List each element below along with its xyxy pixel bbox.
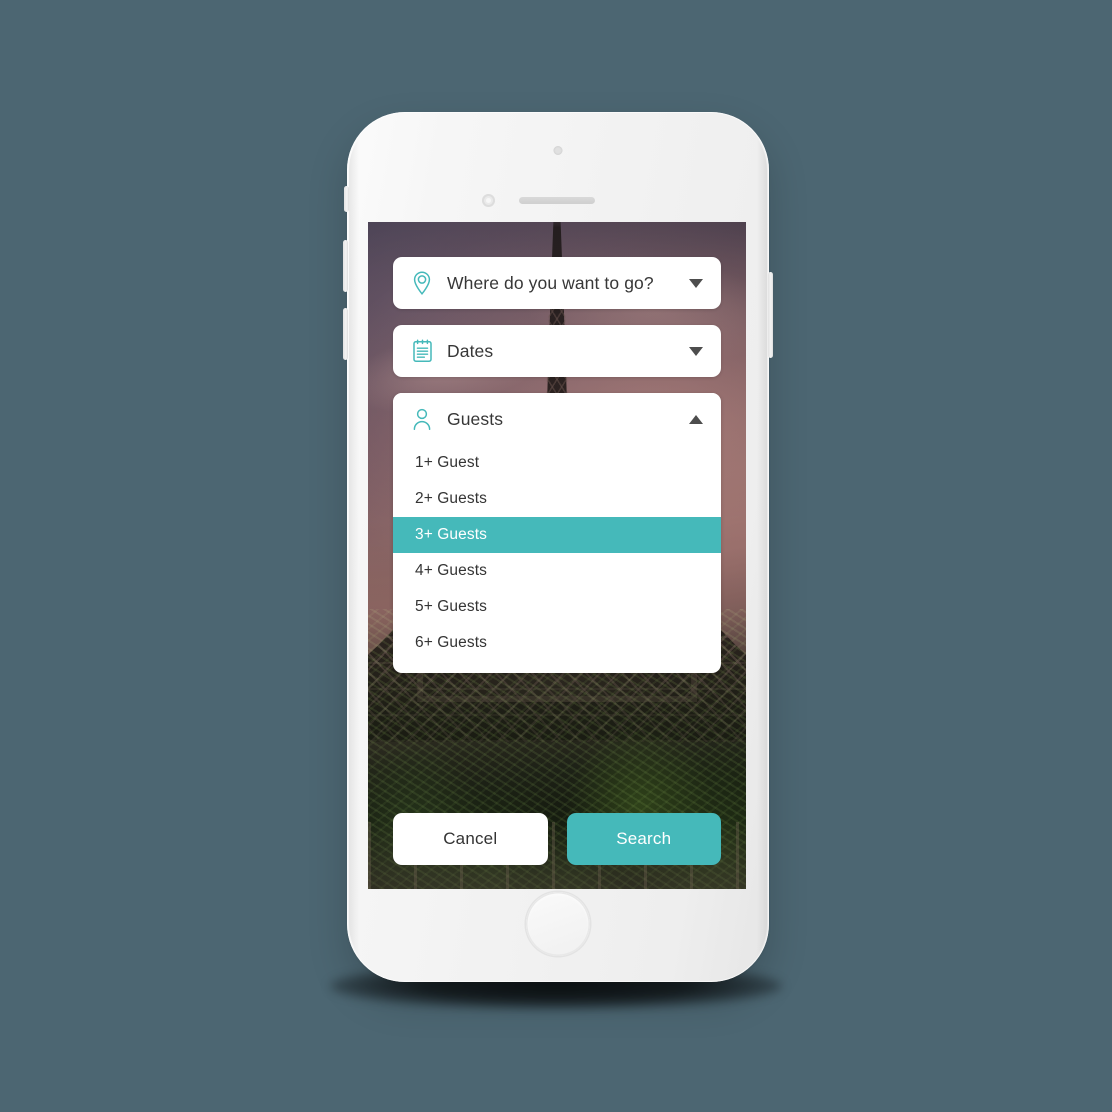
guests-field[interactable]: Guests <box>393 393 721 445</box>
phone-screen: Where do you want to go? Dates Guests 1+… <box>368 222 746 889</box>
destination-field[interactable]: Where do you want to go? <box>393 257 721 309</box>
search-form: Where do you want to go? Dates Guests 1+… <box>368 222 746 889</box>
person-icon <box>409 406 435 432</box>
silent-switch[interactable] <box>344 186 349 212</box>
dates-label: Dates <box>447 340 494 361</box>
map-pin-icon <box>409 270 435 296</box>
volume-up-button[interactable] <box>343 240 348 292</box>
volume-down-button[interactable] <box>343 308 348 360</box>
guests-option[interactable]: 1+ Guest <box>393 445 721 481</box>
smartphone-device: Where do you want to go? Dates Guests 1+… <box>343 112 773 982</box>
proximity-sensor-icon <box>482 194 495 207</box>
guests-dropdown: Guests 1+ Guest 2+ Guests 3+ Guests 4+ G… <box>393 393 721 673</box>
home-button[interactable] <box>526 892 590 956</box>
chevron-down-icon[interactable] <box>689 346 703 356</box>
earpiece-speaker <box>519 197 595 204</box>
chevron-up-icon[interactable] <box>689 414 703 424</box>
cancel-button[interactable]: Cancel <box>393 813 548 865</box>
front-camera-icon <box>553 146 563 155</box>
guests-option-selected[interactable]: 3+ Guests <box>393 517 721 553</box>
guests-option[interactable]: 6+ Guests <box>393 625 721 661</box>
guests-option[interactable]: 2+ Guests <box>393 481 721 517</box>
chevron-down-icon[interactable] <box>689 278 703 288</box>
search-button[interactable]: Search <box>566 813 721 865</box>
guests-option[interactable]: 5+ Guests <box>393 589 721 625</box>
guests-option-list: 1+ Guest 2+ Guests 3+ Guests 4+ Guests 5… <box>393 445 721 673</box>
destination-label: Where do you want to go? <box>447 272 654 293</box>
power-button[interactable] <box>768 272 773 358</box>
guests-option[interactable]: 4+ Guests <box>393 553 721 589</box>
action-button-row: Cancel Search <box>393 813 721 865</box>
calendar-icon <box>409 338 435 364</box>
dates-field[interactable]: Dates <box>393 325 721 377</box>
guests-label: Guests <box>447 408 504 429</box>
